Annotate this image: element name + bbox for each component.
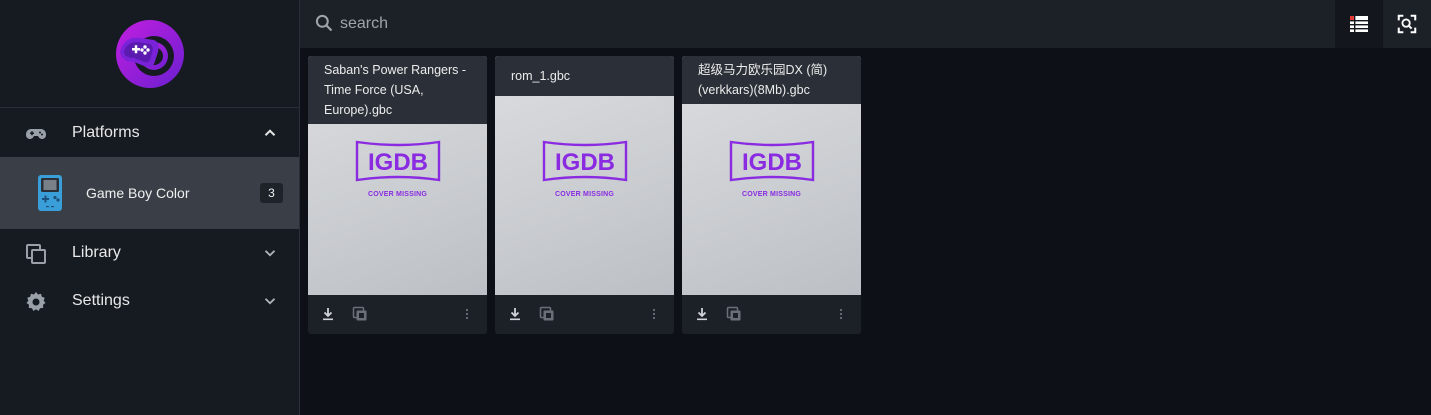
search-icon (315, 14, 333, 32)
download-icon[interactable] (320, 306, 336, 322)
igdb-logo-text: IGDB (555, 149, 615, 176)
game-card[interactable]: IGDB COVER MISSING Saban's Power Rangers… (308, 56, 487, 334)
igdb-logo-text: IGDB (742, 149, 802, 176)
game-title: Saban's Power Rangers - Time Force (USA,… (308, 56, 487, 124)
cover-missing-label: COVER MISSING (555, 191, 614, 198)
igdb-logo: IGDB (355, 140, 441, 182)
nav-settings-label: Settings (72, 292, 130, 309)
igdb-logo: IGDB (729, 140, 815, 182)
card-actions (308, 295, 487, 334)
search-input[interactable] (340, 8, 1240, 40)
library-icon (26, 244, 46, 264)
top-bar (300, 0, 1431, 48)
nav-library[interactable]: Library (0, 229, 299, 277)
gamepad-icon (26, 129, 46, 139)
cover-missing-label: COVER MISSING (368, 191, 427, 198)
igdb-logo: IGDB (542, 140, 628, 182)
more-options-icon[interactable] (833, 306, 849, 322)
more-options-icon[interactable] (459, 306, 475, 322)
nav-platforms-label: Platforms (72, 124, 140, 141)
card-actions (682, 295, 861, 334)
gear-icon (26, 292, 46, 311)
list-view-button[interactable] (1335, 0, 1383, 48)
game-title: 超级马力欧乐园DX (简)(verkkars)(8Mb).gbc (682, 56, 861, 104)
chevron-down-icon (264, 298, 276, 305)
download-icon[interactable] (507, 306, 523, 322)
list-view-icon (1350, 16, 1368, 32)
more-options-icon[interactable] (646, 306, 662, 322)
scan-button[interactable] (1383, 0, 1431, 48)
chevron-up-icon (264, 129, 276, 136)
collection-icon[interactable] (726, 306, 742, 322)
game-boy-color-icon (38, 175, 62, 211)
scan-search-icon (1397, 14, 1417, 34)
cover-missing-label: COVER MISSING (742, 191, 801, 198)
nav-settings[interactable]: Settings (0, 277, 299, 325)
logo-area (0, 0, 299, 108)
game-card[interactable]: IGDB COVER MISSING 超级马力欧乐园DX (简)(verkkar… (682, 56, 861, 334)
collection-icon[interactable] (539, 306, 555, 322)
chevron-down-icon (264, 250, 276, 257)
rom-count-badge: 3 (260, 183, 283, 203)
igdb-logo-text: IGDB (368, 149, 428, 176)
game-title: rom_1.gbc (495, 56, 674, 96)
nav-library-label: Library (72, 244, 121, 261)
card-actions (495, 295, 674, 334)
nav-platforms[interactable]: Platforms (0, 109, 299, 157)
platform-label: Game Boy Color (86, 185, 190, 201)
collection-icon[interactable] (352, 306, 368, 322)
game-card[interactable]: IGDB COVER MISSING rom_1.gbc (495, 56, 674, 334)
sidebar-item-game-boy-color[interactable]: Game Boy Color 3 (0, 157, 299, 229)
download-icon[interactable] (694, 306, 710, 322)
app-logo[interactable] (114, 18, 186, 90)
sidebar: Platforms Game Boy Color 3 Library Setti… (0, 0, 300, 415)
